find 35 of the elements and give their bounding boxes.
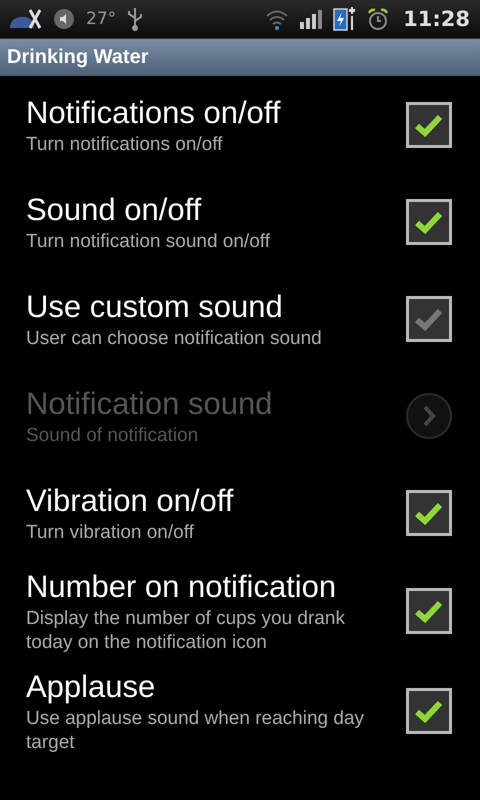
setting-summary: Turn notifications on/off <box>26 132 224 156</box>
setting-summary: Turn notification sound on/off <box>26 230 271 254</box>
setting-summary: Sound of notification <box>26 424 200 448</box>
setting-summary: Turn vibration on/off <box>26 520 195 544</box>
app-title: Drinking Water <box>7 46 148 69</box>
settings-item[interactable]: Vibration on/off Turn vibration on/off <box>0 464 480 561</box>
checkbox[interactable] <box>406 688 452 734</box>
temperature: 27° <box>86 9 116 29</box>
checkbox[interactable] <box>406 198 452 244</box>
wifi-icon <box>265 8 290 30</box>
battery-charging-icon <box>333 6 358 32</box>
setting-summary: Display the number of cups you drank today on the notification icon <box>26 607 346 655</box>
settings-item[interactable]: Use custom sound User can choose notification sound <box>0 270 480 367</box>
settings-item[interactable]: Number on notification Display the number of cups you drank today on the notification icon <box>0 561 480 661</box>
clock-time: 11:28 <box>403 7 470 31</box>
alarm-clock-icon <box>367 7 390 31</box>
setting-title: Applause <box>26 668 156 706</box>
checkbox[interactable] <box>406 588 452 634</box>
checkbox[interactable] <box>406 490 452 536</box>
settings-item[interactable]: Applause Use applause sound when reaching day target <box>0 661 480 761</box>
setting-title: Notifications on/off <box>26 94 282 132</box>
setting-title: Number on notification <box>26 568 338 606</box>
setting-title: Vibration on/off <box>26 482 234 520</box>
setting-title: Use custom sound <box>26 288 284 326</box>
signal-icon <box>299 8 324 30</box>
checkbox[interactable] <box>406 102 452 148</box>
checkbox[interactable] <box>406 296 452 342</box>
settings-item[interactable]: Notifications on/off Turn notifications on/off <box>0 76 480 173</box>
settings-item[interactable]: Sound on/off Turn notification sound on/off <box>0 173 480 270</box>
setting-summary: Use applause sound when reaching day target <box>26 707 366 755</box>
setting-title: Sound on/off <box>26 190 202 228</box>
setting-summary: User can choose notification sound <box>26 326 323 350</box>
setting-title: Notification sound <box>26 384 274 422</box>
usb-icon <box>126 6 144 32</box>
volume-dial-icon <box>52 7 76 31</box>
